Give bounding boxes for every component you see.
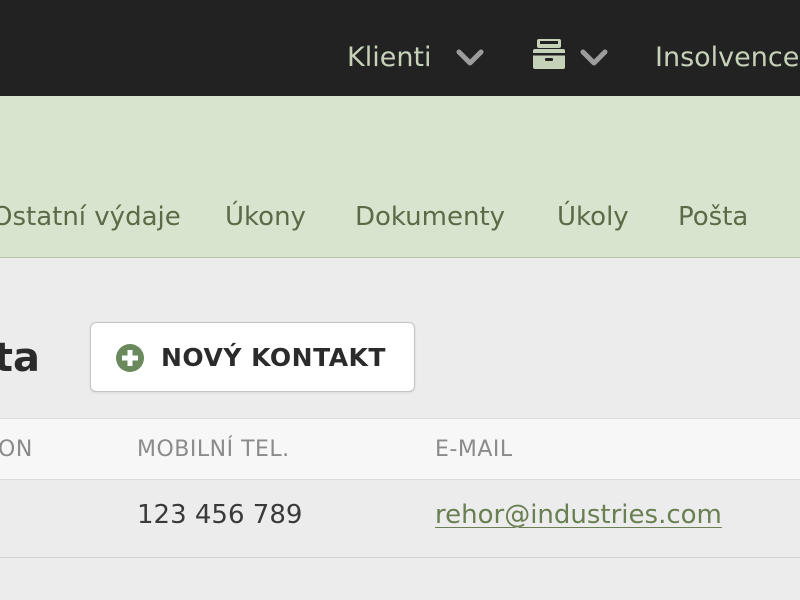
tab-ostatni-vydaje[interactable]: Ostatní výdaje [0, 197, 181, 237]
top-navigation-bar: Klienti Insolvence [0, 0, 800, 96]
new-contact-button[interactable]: NOVÝ KONTAKT [90, 322, 415, 392]
email-link[interactable]: rehor@industries.com [435, 500, 722, 530]
nav-insolvence[interactable]: Insolvence [655, 38, 799, 78]
email-cell: rehor@industries.com [435, 494, 722, 536]
tab-dokumenty[interactable]: Dokumenty [355, 197, 505, 237]
chevron-down-icon[interactable] [455, 46, 485, 70]
mobile-phone-cell: 123 456 789 [137, 500, 303, 530]
tab-posta[interactable]: Pošta [678, 197, 748, 237]
cabinet-icon[interactable] [531, 37, 567, 71]
page-title: ta [0, 335, 40, 381]
table-row: 123 456 789 rehor@industries.com [0, 480, 800, 558]
column-header-mobile: MOBILNÍ TEL. [137, 437, 290, 462]
nav-klienti[interactable]: Klienti [347, 38, 432, 78]
column-header-email: E-MAIL [435, 437, 513, 462]
chevron-down-icon[interactable] [579, 46, 609, 70]
plus-circle-icon [116, 344, 144, 372]
tab-ukoly[interactable]: Úkoly [557, 197, 629, 237]
column-header-partial: ON [0, 437, 33, 462]
new-contact-label: NOVÝ KONTAKT [161, 343, 386, 372]
contacts-table-header: ON MOBILNÍ TEL. E-MAIL [0, 418, 800, 480]
section-tabs: Ostatní výdaje Úkony Dokumenty Úkoly Poš… [0, 96, 800, 258]
tab-ukony[interactable]: Úkony [225, 197, 306, 237]
